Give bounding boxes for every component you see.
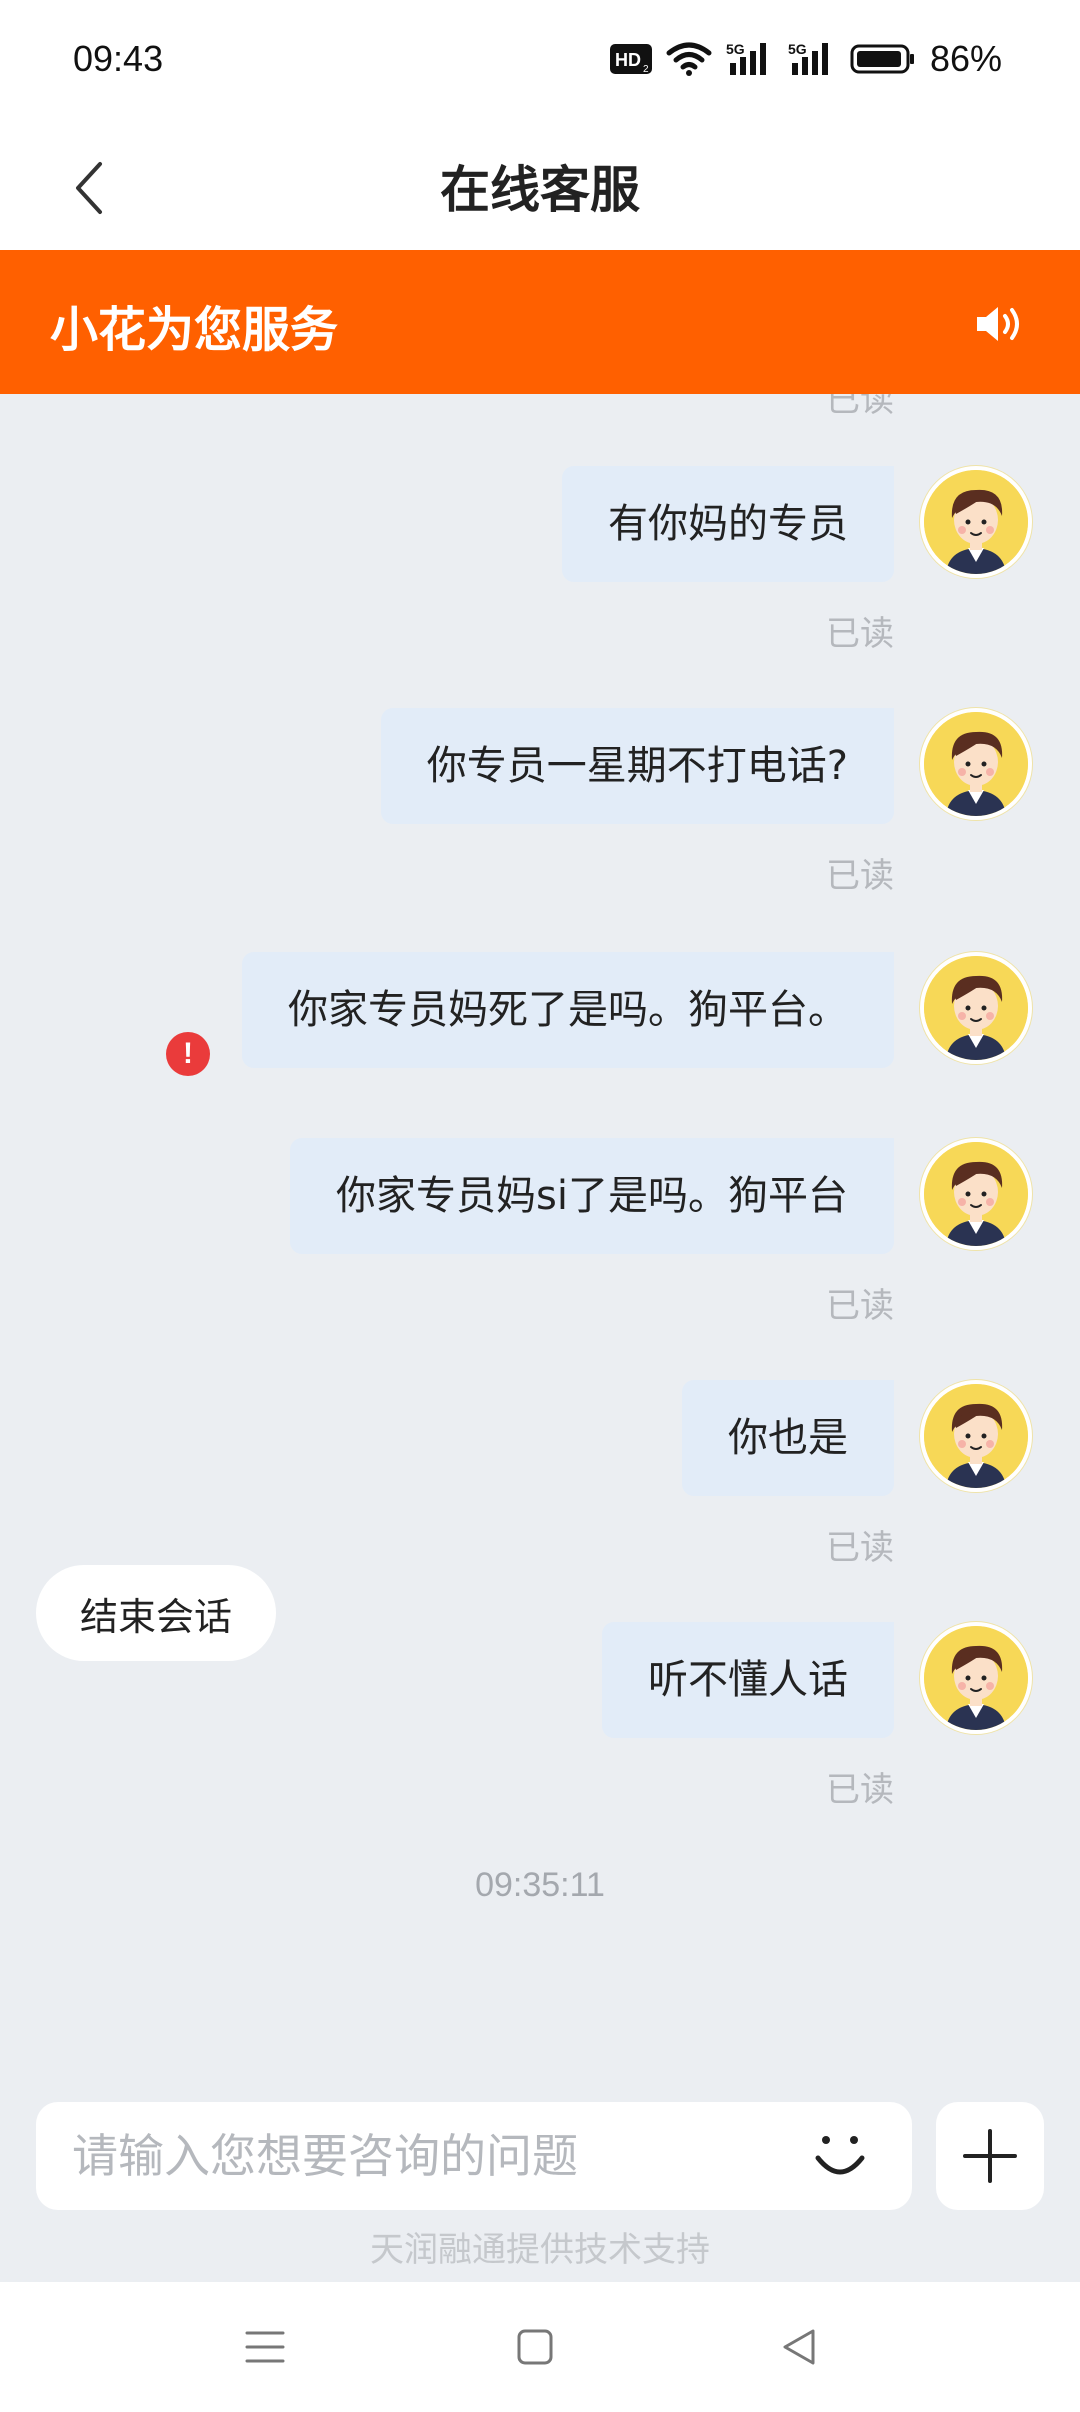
recent-apps-button[interactable] [230, 2312, 300, 2382]
signal-5g-icon-2: 5G [788, 41, 828, 75]
smile-icon [815, 2136, 865, 2175]
status-time: 09:43 [73, 38, 164, 79]
user-avatar [920, 708, 1032, 820]
avatar-face-icon [924, 1142, 1028, 1246]
svg-text:5G: 5G [788, 41, 807, 57]
system-back-button[interactable] [764, 2312, 834, 2382]
message-input[interactable] [72, 2102, 812, 2210]
message-bubble[interactable]: 你家专员妈死了是吗。狗平台。 [242, 952, 894, 1068]
speaker-icon [977, 307, 1019, 341]
more-options-button[interactable] [936, 2102, 1044, 2210]
wifi-icon [666, 42, 712, 76]
user-avatar [920, 1380, 1032, 1492]
message-row: 你专员一星期不打电话? [380, 708, 1032, 828]
end-session-button[interactable]: 结束会话 [36, 1565, 276, 1661]
agent-banner: 小花为您服务 [0, 250, 1080, 394]
read-receipt: 已读 [826, 1286, 894, 1326]
status-bar: 09:43 HD 2 5G 5G 86% [0, 0, 1080, 124]
powered-by-text: 天润融通提供技术支持 [370, 2230, 710, 2270]
message-row: 有你妈的专员 [562, 466, 1032, 586]
menu-icon [245, 2331, 285, 2363]
svg-text:2: 2 [643, 64, 649, 75]
avatar-face-icon [924, 956, 1028, 1060]
read-receipt: 已读 [826, 614, 894, 654]
message-bubble[interactable]: 有你妈的专员 [562, 466, 894, 582]
message-row: 你家专员妈si了是吗。狗平台 [290, 1138, 1032, 1258]
avatar-face-icon [924, 1384, 1028, 1488]
user-avatar [920, 1622, 1032, 1734]
message-bubble[interactable]: 听不懂人话 [602, 1622, 894, 1738]
user-avatar [920, 466, 1032, 578]
avatar-face-icon [924, 1626, 1028, 1730]
square-icon [517, 2329, 553, 2365]
read-receipt: 已读 [826, 856, 894, 896]
home-button[interactable] [500, 2312, 570, 2382]
navigation-bar [0, 2282, 1080, 2412]
battery-icon [850, 44, 914, 74]
agent-name: 小花为您服务 [50, 302, 339, 358]
hd-icon: HD 2 [609, 44, 652, 75]
plus-icon [963, 2129, 1017, 2183]
battery-percent: 86% [929, 38, 1002, 79]
page-title: 在线客服 [440, 161, 640, 219]
status-icons: HD 2 5G 5G 86% [609, 38, 1002, 80]
title-bar: 在线客服 [0, 124, 1080, 250]
read-receipt: 已读 [826, 1770, 894, 1810]
emoji-button[interactable] [808, 2124, 872, 2188]
svg-text:HD: HD [615, 50, 641, 70]
message-bubble[interactable]: 你专员一星期不打电话? [380, 708, 894, 824]
user-avatar [920, 952, 1032, 1064]
message-timestamp: 09:35:11 [475, 1866, 605, 1904]
message-row: 听不懂人话 [602, 1622, 1032, 1742]
message-bubble[interactable]: 你也是 [682, 1380, 894, 1496]
signal-5g-icon: 5G [726, 41, 766, 75]
svg-text:5G: 5G [726, 41, 745, 57]
avatar-face-icon [924, 712, 1028, 816]
message-input-box [36, 2102, 912, 2210]
chat-area[interactable]: 已读 有你妈的专员 已读 你专员一星期不打电话? 已读 ! 你家专员妈死了是吗。… [0, 394, 1080, 1962]
speaker-button[interactable] [970, 294, 1030, 354]
read-receipt: 已读 [826, 394, 894, 420]
triangle-back-icon [783, 2329, 815, 2365]
send-failed-icon[interactable]: ! [166, 1032, 210, 1076]
message-row: 你家专员妈死了是吗。狗平台。 [242, 952, 1032, 1072]
read-receipt: 已读 [826, 1528, 894, 1568]
user-avatar [920, 1138, 1032, 1250]
message-bubble[interactable]: 你家专员妈si了是吗。狗平台 [290, 1138, 894, 1254]
avatar-face-icon [924, 470, 1028, 574]
message-row: 你也是 [682, 1380, 1032, 1500]
